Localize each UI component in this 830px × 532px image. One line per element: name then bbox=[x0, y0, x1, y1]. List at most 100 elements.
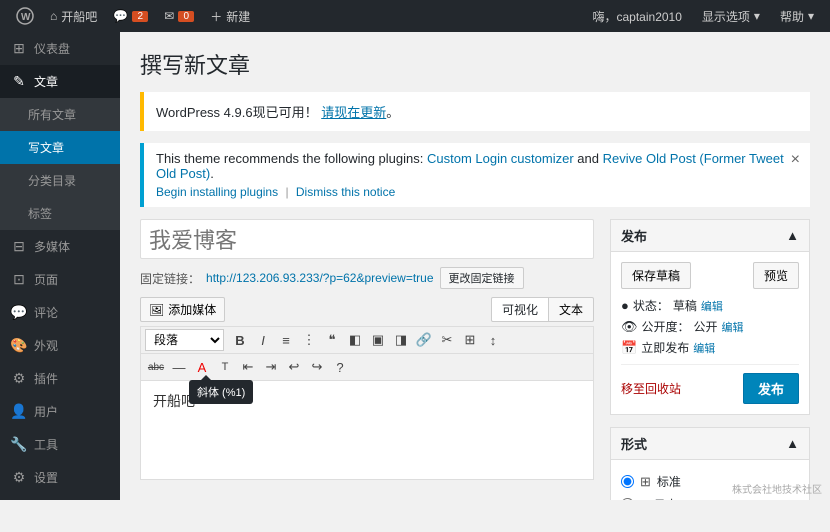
sidebar-item-all-posts[interactable]: 所有文章 bbox=[0, 98, 120, 131]
site-name[interactable]: ⌂ 开船吧 bbox=[42, 0, 105, 32]
sidebar-item-tags[interactable]: 标签 bbox=[0, 197, 120, 230]
sidebar-item-appearance[interactable]: 🎨 外观 bbox=[0, 329, 120, 362]
status-row: ● 状态： 草稿 编辑 bbox=[621, 297, 799, 314]
messages-badge: 0 bbox=[178, 11, 194, 22]
display-options[interactable]: 显示选项 ▾ bbox=[694, 0, 768, 32]
user-greeting[interactable]: 嗨，captain2010 bbox=[585, 0, 690, 32]
publish-panel-body: 保存草稿 预览 ● 状态： 草稿 编辑 👁 公开度： 公开 编辑 bbox=[611, 252, 809, 414]
begin-installing-link[interactable]: Begin installing plugins bbox=[156, 185, 278, 199]
move-to-trash-link[interactable]: 移至回收站 bbox=[621, 380, 681, 397]
visibility-edit-link[interactable]: 编辑 bbox=[722, 319, 744, 335]
plus-icon: ＋ bbox=[210, 8, 222, 25]
comments-item[interactable]: 💬 2 bbox=[105, 0, 156, 32]
editor-toolbar-top: 🖼 添加媒体 可视化 文本 bbox=[140, 297, 594, 322]
publish-panel: 发布 ▲ 保存草稿 预览 ● 状态： 草稿 编辑 👁 bbox=[610, 219, 810, 415]
permalink-row: 固定链接： http://123.206.93.233/?p=62&previe… bbox=[140, 267, 594, 289]
align-center-button[interactable]: ▣ bbox=[367, 329, 389, 351]
collapse-format-icon: ▲ bbox=[786, 436, 799, 451]
toggle-toolbar-button[interactable]: ↕ bbox=[482, 329, 504, 351]
new-item[interactable]: ＋ 新建 bbox=[202, 0, 258, 32]
help-format-button[interactable]: ? bbox=[329, 356, 351, 378]
right-sidebar: 发布 ▲ 保存草稿 预览 ● 状态： 草稿 编辑 👁 bbox=[610, 219, 810, 500]
notice-links: Begin installing plugins | Dismiss this … bbox=[156, 185, 798, 199]
horizontal-rule-button[interactable]: — bbox=[168, 356, 190, 378]
redo-button[interactable]: ↪ bbox=[306, 356, 328, 378]
status-value: 草稿 bbox=[673, 297, 697, 314]
pages-icon: ⊡ bbox=[10, 271, 28, 288]
permalink-label: 固定链接： bbox=[140, 270, 200, 287]
status-edit-link[interactable]: 编辑 bbox=[701, 298, 723, 314]
align-right-button[interactable]: ◨ bbox=[390, 329, 412, 351]
notice-separator: | bbox=[285, 185, 291, 199]
outdent-button[interactable]: ⇤ bbox=[237, 356, 259, 378]
appearance-icon: 🎨 bbox=[10, 337, 28, 354]
strikethrough-button[interactable]: abc bbox=[145, 356, 167, 378]
link-button[interactable]: 🔗 bbox=[413, 329, 435, 351]
plugin1-link[interactable]: Custom Login customizer bbox=[427, 151, 574, 166]
publish-time-edit-link[interactable]: 编辑 bbox=[693, 340, 715, 356]
watermark: 株式会社地技术社区 bbox=[732, 481, 822, 496]
page-title: 撰写新文章 bbox=[140, 48, 810, 80]
sidebar-item-write-post[interactable]: 写文章 bbox=[0, 131, 120, 164]
text-tab[interactable]: 文本 bbox=[548, 297, 594, 322]
message-icon: ✉ bbox=[164, 9, 174, 23]
sidebar-item-media[interactable]: ⊟ 多媒体 bbox=[0, 230, 120, 263]
paste-plain-button[interactable]: T bbox=[214, 356, 236, 378]
sidebar-item-tools[interactable]: 🔧 工具 bbox=[0, 428, 120, 461]
save-draft-button[interactable]: 保存草稿 bbox=[621, 262, 691, 289]
sidebar-item-collapse[interactable]: ◀ 收起菜单 bbox=[0, 494, 120, 500]
settings-icon: ⚙ bbox=[10, 469, 28, 486]
publish-button[interactable]: 发布 bbox=[743, 373, 799, 404]
add-media-button[interactable]: 🖼 添加媒体 bbox=[140, 297, 225, 322]
comments-badge: 2 bbox=[132, 11, 148, 22]
publish-panel-header[interactable]: 发布 ▲ bbox=[611, 220, 809, 252]
comments-nav-icon: 💬 bbox=[10, 304, 28, 321]
update-link[interactable]: 请现在更新 bbox=[321, 105, 386, 120]
italic-button[interactable]: I bbox=[252, 329, 274, 351]
main-content: 撰写新文章 WordPress 4.9.6现已可用！ 请现在更新。 × This… bbox=[120, 32, 830, 500]
calendar-icon: 📅 bbox=[621, 340, 637, 356]
sidebar-item-plugins[interactable]: ⚙ 插件 bbox=[0, 362, 120, 395]
messages-item[interactable]: ✉ 0 bbox=[156, 0, 202, 32]
change-permalink-button[interactable]: 更改固定链接 bbox=[440, 267, 524, 289]
align-left-button[interactable]: ◧ bbox=[344, 329, 366, 351]
sidebar-item-comments[interactable]: 💬 评论 bbox=[0, 296, 120, 329]
italic-tooltip: 斜体 (%1) bbox=[189, 380, 253, 404]
wp-logo[interactable]: W bbox=[8, 0, 42, 32]
help-btn[interactable]: 帮助 ▾ bbox=[772, 0, 822, 32]
undo-button[interactable]: ↩ bbox=[283, 356, 305, 378]
visibility-icon: 👁 bbox=[621, 319, 638, 335]
unordered-list-button[interactable]: ≡ bbox=[275, 329, 297, 351]
sidebar-item-dashboard[interactable]: ⊞ 仪表盘 bbox=[0, 32, 120, 65]
indent-button[interactable]: ⇥ bbox=[260, 356, 282, 378]
users-icon: 👤 bbox=[10, 403, 28, 420]
unlink-button[interactable]: ✂ bbox=[436, 329, 458, 351]
sidebar-item-settings[interactable]: ⚙ 设置 bbox=[0, 461, 120, 494]
home-icon: ⌂ bbox=[50, 9, 57, 23]
collapse-publish-icon: ▲ bbox=[786, 228, 799, 243]
sidebar-item-pages[interactable]: ⊡ 页面 bbox=[0, 263, 120, 296]
sidebar-item-categories[interactable]: 分类目录 bbox=[0, 164, 120, 197]
format-toolbar-row2: abc — A T 斜体 (%1) ⇤ ⇥ ↩ ↪ ? bbox=[140, 353, 594, 380]
format-panel-header[interactable]: 形式 ▲ bbox=[611, 428, 809, 460]
preview-button[interactable]: 预览 bbox=[753, 262, 799, 289]
dismiss-notice-link[interactable]: Dismiss this notice bbox=[296, 185, 395, 199]
publish-time-row: 📅 立即发布 编辑 bbox=[621, 339, 799, 356]
insert-table-button[interactable]: ⊞ bbox=[459, 329, 481, 351]
post-title-input[interactable] bbox=[140, 219, 594, 259]
sidebar-item-posts[interactable]: ✎ 文章 bbox=[0, 65, 120, 98]
standard-format-icon: ⊞ bbox=[640, 474, 651, 490]
visual-tab[interactable]: 可视化 bbox=[491, 297, 549, 322]
admin-bar: W ⌂ 开船吧 💬 2 ✉ 0 ＋ 新建 嗨，captain2010 显示选项 … bbox=[0, 0, 830, 32]
bold-button[interactable]: B bbox=[229, 329, 251, 351]
notice-close-button[interactable]: × bbox=[791, 151, 800, 169]
editor-view-buttons: 可视化 文本 bbox=[491, 297, 594, 322]
ordered-list-button[interactable]: ⋮ bbox=[298, 329, 320, 351]
paragraph-format-select[interactable]: 段落 标题1 标题2 预格式化 bbox=[145, 329, 224, 351]
dashboard-icon: ⊞ bbox=[10, 40, 28, 57]
plugins-icon: ⚙ bbox=[10, 370, 28, 387]
blockquote-button[interactable]: ❝ bbox=[321, 329, 343, 351]
sidebar-item-users[interactable]: 👤 用户 bbox=[0, 395, 120, 428]
format-radio-standard[interactable] bbox=[621, 475, 634, 488]
permalink-url[interactable]: http://123.206.93.233/?p=62&preview=true bbox=[206, 271, 434, 285]
